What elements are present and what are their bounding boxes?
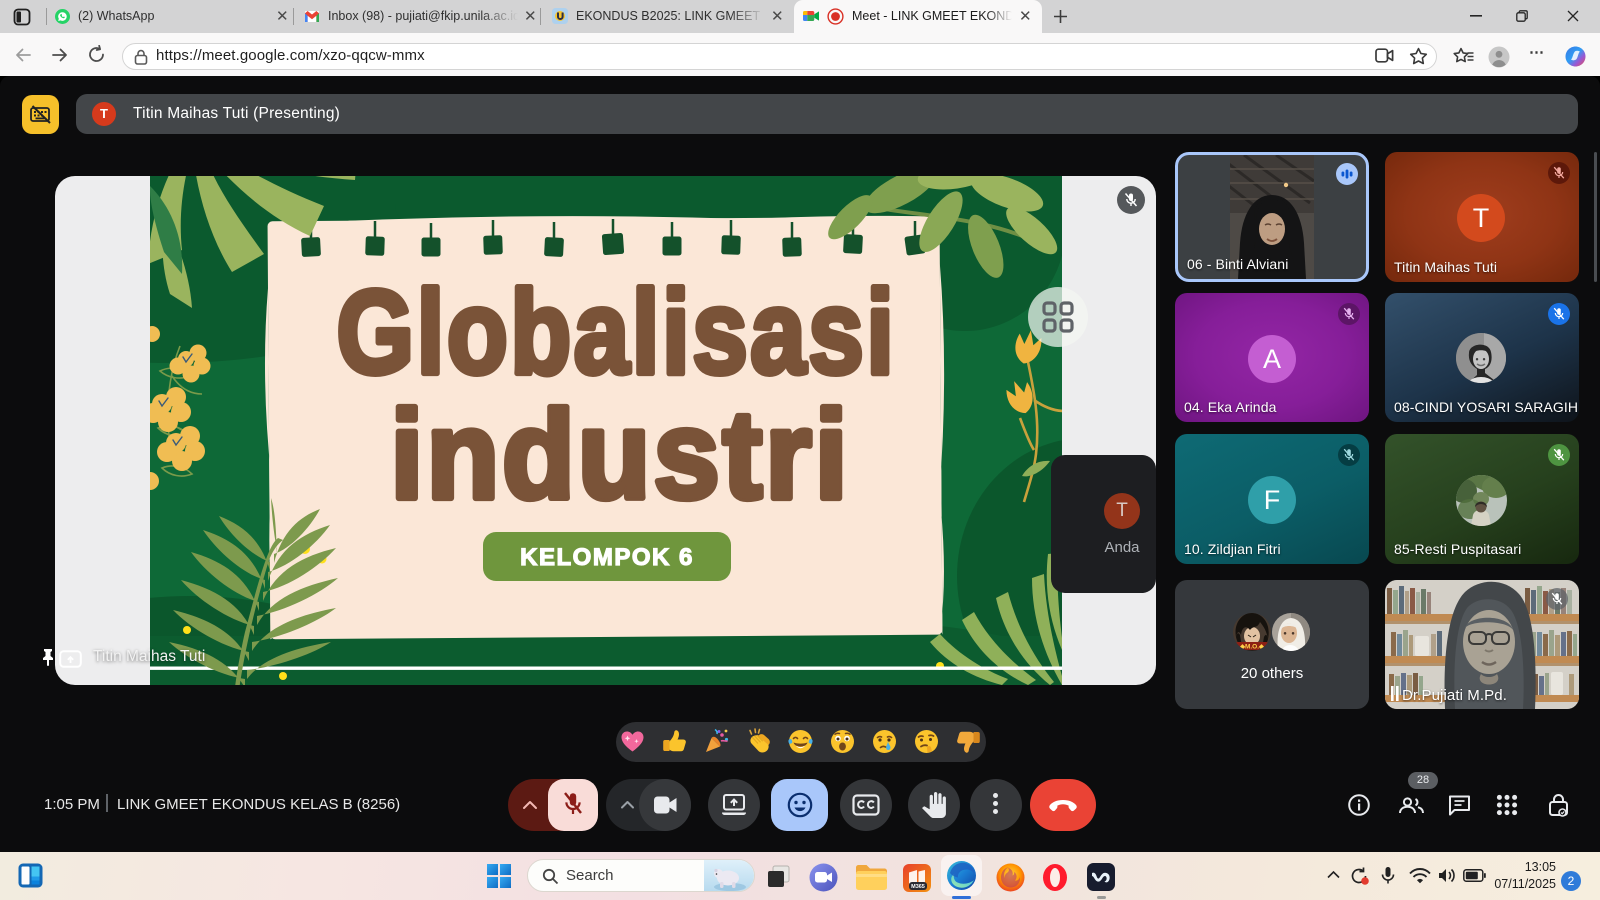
svg-text:M365: M365 xyxy=(911,884,925,890)
svg-text:◆M.O.◆: ◆M.O.◆ xyxy=(1239,644,1265,651)
svg-text:Globalisasi: Globalisasi xyxy=(336,267,896,399)
svg-text:KELOMPOK 6: KELOMPOK 6 xyxy=(520,544,694,571)
svg-text:industri: industri xyxy=(390,384,850,524)
